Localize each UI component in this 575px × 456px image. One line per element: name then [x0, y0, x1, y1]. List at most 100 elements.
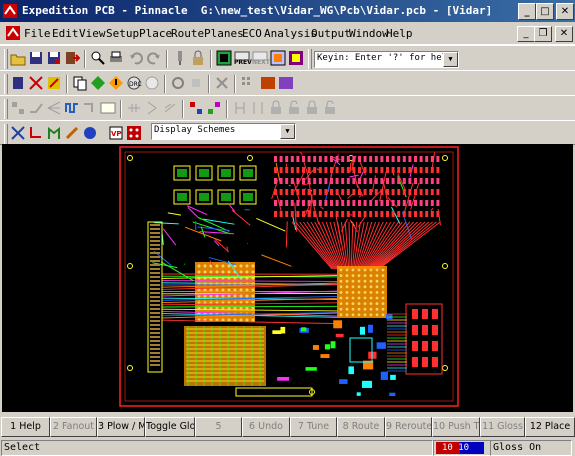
minimize-button[interactable]: _	[518, 3, 536, 20]
delete-icon[interactable]	[214, 75, 230, 91]
function-key-12[interactable]: 12 Place	[525, 417, 575, 437]
menu-setup[interactable]: Setup	[106, 27, 139, 40]
connector-pin	[150, 240, 160, 242]
toolbar-grip[interactable]	[4, 49, 8, 69]
menu-window[interactable]: Window	[349, 27, 389, 40]
print-preview-icon[interactable]	[90, 50, 106, 66]
menu-view[interactable]: View	[79, 27, 106, 40]
pcb-pad	[319, 178, 322, 184]
display-board-icon[interactable]	[216, 50, 232, 66]
menu-help[interactable]: Help	[386, 27, 413, 40]
lock-net-icon[interactable]	[304, 100, 320, 116]
menu-file[interactable]: File	[24, 27, 51, 40]
print-icon[interactable]	[108, 50, 124, 66]
route-edit-icon[interactable]	[46, 75, 62, 91]
function-key-6[interactable]: 6 Undo	[242, 417, 290, 437]
plane-icon[interactable]	[188, 75, 204, 91]
function-key-9[interactable]: 9 Reroute	[385, 417, 432, 437]
pcb-pad	[347, 189, 350, 195]
align-icon[interactable]	[232, 100, 248, 116]
gloss-icon[interactable]	[82, 100, 98, 116]
zoom-window-icon[interactable]	[288, 50, 304, 66]
toolbar-grip[interactable]	[308, 49, 312, 69]
place-parts-icon[interactable]	[10, 100, 26, 116]
menu-analysis[interactable]: Analysis	[264, 27, 317, 40]
menu-route[interactable]: Route	[171, 27, 204, 40]
parts-icon[interactable]	[10, 75, 26, 91]
prev-view-button[interactable]: PREV	[234, 50, 250, 66]
plow-icon[interactable]	[28, 125, 44, 141]
function-key-10[interactable]: 10 Push Trac	[432, 417, 480, 437]
add-via-icon[interactable]	[170, 75, 186, 91]
mdi-close-button[interactable]: ✕	[555, 26, 573, 42]
display-schemes-dropdown-arrow-icon[interactable]: ▼	[280, 124, 295, 139]
toolbar-grip[interactable]	[4, 124, 8, 144]
function-key-4[interactable]: Toggle Glo	[145, 417, 195, 437]
next-view-button[interactable]: NEXT	[252, 50, 268, 66]
pcb-canvas[interactable]	[2, 144, 573, 412]
grid-icon[interactable]	[240, 75, 256, 91]
maximize-button[interactable]: □	[536, 3, 554, 20]
pcb-layout[interactable]	[2, 144, 573, 412]
toolbar-grip[interactable]	[4, 99, 8, 119]
document-icon[interactable]	[6, 26, 20, 40]
display-schemes-combo[interactable]: Display Schemes ▼	[151, 123, 296, 140]
fixed-icon[interactable]	[144, 100, 160, 116]
undo-icon[interactable]	[128, 50, 144, 66]
locked-icon[interactable]	[162, 100, 178, 116]
cross-probe-icon[interactable]	[28, 75, 44, 91]
layer-1-icon[interactable]	[260, 75, 276, 91]
menu-output[interactable]: Output	[311, 27, 351, 40]
menu-planes[interactable]: Planes	[204, 27, 244, 40]
highlight-icon[interactable]	[64, 125, 80, 141]
probe-icon[interactable]	[172, 50, 188, 66]
close-button[interactable]: ✕	[556, 3, 574, 20]
drc-off-icon[interactable]	[144, 75, 160, 91]
lock-part-icon[interactable]	[268, 100, 284, 116]
fix-lock-icon[interactable]	[190, 50, 206, 66]
route-icon[interactable]	[28, 100, 44, 116]
swap-pins-icon[interactable]	[206, 100, 222, 116]
function-key-1[interactable]: 1 Help	[1, 417, 50, 437]
menu-edit[interactable]: Edit	[52, 27, 79, 40]
function-key-3[interactable]: 3 Plow / Mu	[97, 417, 145, 437]
menu-place[interactable]: Place	[139, 27, 172, 40]
interactive-route-icon[interactable]	[46, 125, 62, 141]
save-icon[interactable]	[28, 50, 44, 66]
dots-icon[interactable]	[126, 125, 142, 141]
unlock-net-icon[interactable]	[322, 100, 338, 116]
exit-icon[interactable]	[64, 50, 80, 66]
tune-icon[interactable]	[64, 100, 80, 116]
redo-icon[interactable]	[146, 50, 162, 66]
function-key-2[interactable]: 2 Fanout	[50, 417, 97, 437]
zoom-all-icon[interactable]	[270, 50, 286, 66]
netlines-icon[interactable]	[10, 125, 26, 141]
toolbar-grip[interactable]	[4, 74, 8, 94]
title-bar[interactable]: Expedition PCB - Pinnacle G:\new_test\Vi…	[0, 0, 575, 22]
function-key-7[interactable]: 7 Tune	[290, 417, 337, 437]
copy-icon[interactable]	[72, 75, 88, 91]
save-as-icon[interactable]	[46, 50, 62, 66]
mdi-minimize-button[interactable]: _	[517, 26, 535, 42]
unlock-part-icon[interactable]	[286, 100, 302, 116]
fanout-icon[interactable]	[46, 100, 62, 116]
route-cmd-icon[interactable]	[100, 100, 116, 116]
keyin-dropdown-arrow-icon[interactable]: ▼	[443, 52, 458, 67]
swap-icon[interactable]	[188, 100, 204, 116]
properties-icon[interactable]: VP	[108, 125, 124, 141]
open-folder-icon[interactable]	[10, 50, 26, 66]
netlist-icon[interactable]	[90, 75, 106, 91]
keyin-combo[interactable]: Keyin: Enter '?' for help. ▼	[314, 51, 459, 68]
function-key-5[interactable]: 5	[195, 417, 242, 437]
sketch-icon[interactable]	[126, 100, 142, 116]
drc-icon[interactable]	[108, 75, 124, 91]
function-key-11[interactable]: 11 Gloss	[480, 417, 525, 437]
layer-2-icon[interactable]	[278, 75, 294, 91]
drc-batch-icon[interactable]: DRC	[126, 75, 142, 91]
gloss-route-icon[interactable]	[82, 125, 98, 141]
function-key-8[interactable]: 8 Route	[337, 417, 385, 437]
unfix-icon[interactable]	[250, 100, 266, 116]
pcb-pad	[319, 211, 322, 217]
mdi-restore-button[interactable]: ❐	[534, 26, 552, 42]
menu-eco[interactable]: ECO	[242, 27, 262, 40]
